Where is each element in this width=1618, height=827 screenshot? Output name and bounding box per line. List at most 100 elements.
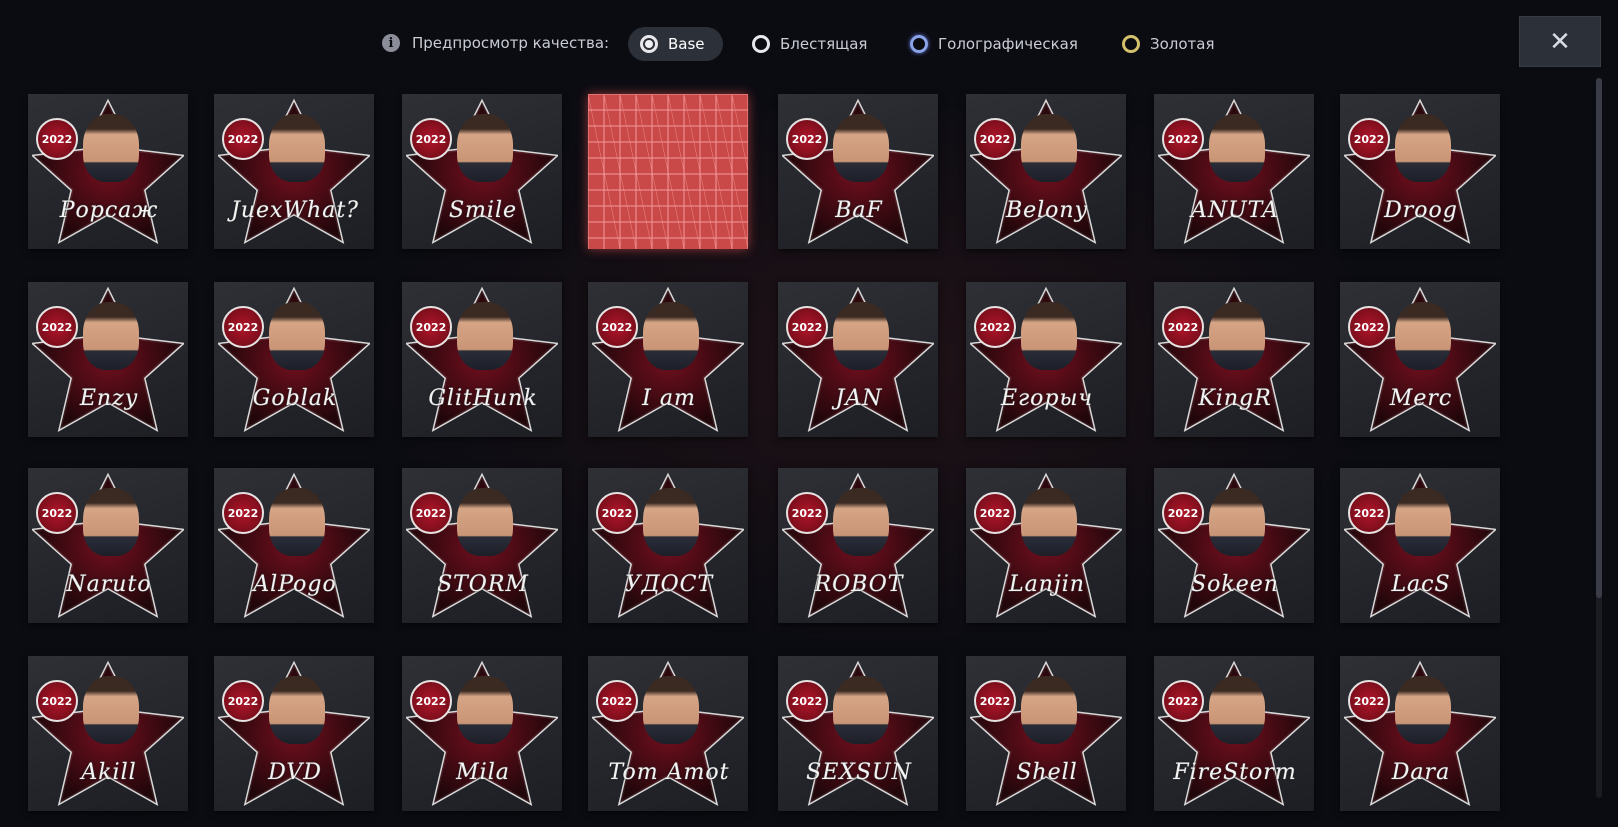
avatar <box>1021 302 1077 370</box>
sticker-card[interactable]: 2022 Lanjin <box>966 468 1126 623</box>
signature-text: ROBOT <box>814 572 904 597</box>
avatar <box>1209 302 1265 370</box>
avatar <box>833 676 889 744</box>
year-badge: 2022 <box>974 492 1016 534</box>
sticker-card[interactable]: 2022 Егорыч <box>966 282 1126 437</box>
sticker-card[interactable]: 2022 JAN <box>778 282 938 437</box>
scrollbar[interactable] <box>1596 78 1602 798</box>
avatar <box>83 302 139 370</box>
quality-option-label: Голографическая <box>938 35 1078 53</box>
avatar <box>833 488 889 556</box>
sticker-card[interactable]: 2022 Shell <box>966 656 1126 811</box>
avatar <box>457 676 513 744</box>
avatar <box>269 114 325 182</box>
signature-text: KingR <box>1198 386 1272 411</box>
sticker-card[interactable]: 2022 I am <box>588 282 748 437</box>
sticker-card[interactable]: 2022 Akill <box>28 656 188 811</box>
avatar <box>1395 114 1451 182</box>
sticker-card[interactable]: 2022 ROBOT <box>778 468 938 623</box>
sticker-card[interactable]: 2022 Merc <box>1340 282 1500 437</box>
year-badge: 2022 <box>1162 306 1204 348</box>
signature-text: Smile <box>448 198 518 223</box>
sticker-card[interactable]: 2022 AlPogo <box>214 468 374 623</box>
avatar <box>833 302 889 370</box>
close-icon: ✕ <box>1549 26 1571 57</box>
info-icon[interactable]: i <box>382 34 400 52</box>
signature-text: Naruto <box>66 572 152 597</box>
avatar <box>1209 114 1265 182</box>
year-badge: 2022 <box>36 306 78 348</box>
year-badge: 2022 <box>786 680 828 722</box>
sticker-card[interactable]: 2022 Naruto <box>28 468 188 623</box>
avatar <box>1395 488 1451 556</box>
sticker-card[interactable]: 2022 SEXSUN <box>778 656 938 811</box>
scrollbar-thumb[interactable] <box>1596 78 1602 598</box>
avatar <box>269 302 325 370</box>
sticker-card[interactable]: 2022 BaF <box>778 94 938 249</box>
year-badge: 2022 <box>222 492 264 534</box>
year-badge: 2022 <box>1348 492 1390 534</box>
signature-text: LacS <box>1391 572 1451 597</box>
sticker-card[interactable]: 2022 ANUTA <box>1154 94 1314 249</box>
radio-selected-icon <box>640 35 658 53</box>
avatar <box>457 302 513 370</box>
signature-text: Егорыч <box>1000 386 1094 411</box>
sticker-card[interactable]: 2022 Tom Amot <box>588 656 748 811</box>
signature-text: Tom Amot <box>608 760 730 785</box>
avatar <box>643 488 699 556</box>
year-badge: 2022 <box>974 118 1016 160</box>
year-badge: 2022 <box>410 306 452 348</box>
sticker-card[interactable]: 2022 FireStorm <box>1154 656 1314 811</box>
year-badge: 2022 <box>222 118 264 160</box>
signature-text: AlPogo <box>253 572 337 597</box>
year-badge: 2022 <box>786 306 828 348</box>
year-badge: 2022 <box>1162 680 1204 722</box>
signature-text: JuexWhat? <box>231 198 359 223</box>
sticker-card-loading[interactable] <box>588 94 748 249</box>
quality-option-label: Золотая <box>1150 35 1215 53</box>
sticker-card[interactable]: 2022 Mila <box>402 656 562 811</box>
sticker-card[interactable]: 2022 Enzy <box>28 282 188 437</box>
quality-option-shiny[interactable]: Блестящая <box>752 27 867 61</box>
preview-quality-label: Предпросмотр качества: <box>412 34 610 52</box>
sticker-card[interactable]: 2022 Рорсаж <box>28 94 188 249</box>
sticker-card[interactable]: 2022 УДОСТ <box>588 468 748 623</box>
sticker-card[interactable]: 2022 GlitHunk <box>402 282 562 437</box>
avatar <box>643 676 699 744</box>
signature-text: Shell <box>1016 760 1078 785</box>
year-badge: 2022 <box>1348 680 1390 722</box>
year-badge: 2022 <box>36 118 78 160</box>
quality-option-base[interactable]: Base <box>628 27 723 61</box>
sticker-card[interactable]: 2022 Belony <box>966 94 1126 249</box>
year-badge: 2022 <box>974 680 1016 722</box>
sticker-card[interactable]: 2022 KingR <box>1154 282 1314 437</box>
sticker-card[interactable]: 2022 Sokeen <box>1154 468 1314 623</box>
signature-text: JAN <box>835 386 883 411</box>
avatar <box>269 488 325 556</box>
signature-text: SEXSUN <box>806 760 912 785</box>
avatar <box>83 676 139 744</box>
avatar <box>1021 676 1077 744</box>
close-button[interactable]: ✕ <box>1519 16 1601 67</box>
quality-preview-bar: i Предпросмотр качества: Base Блестящая … <box>0 0 1618 88</box>
quality-option-holo[interactable]: Голографическая <box>910 27 1078 61</box>
year-badge: 2022 <box>1162 492 1204 534</box>
sticker-card[interactable]: 2022 LacS <box>1340 468 1500 623</box>
signature-text: УДОСТ <box>624 572 714 597</box>
sticker-card[interactable]: 2022 Smile <box>402 94 562 249</box>
signature-text: Lanjin <box>1009 572 1085 597</box>
year-badge: 2022 <box>786 118 828 160</box>
avatar <box>1209 488 1265 556</box>
signature-text: Goblak <box>252 386 338 411</box>
year-badge: 2022 <box>1348 118 1390 160</box>
quality-option-gold[interactable]: Золотая <box>1122 27 1215 61</box>
sticker-card[interactable]: 2022 DVD <box>214 656 374 811</box>
sticker-card[interactable]: 2022 JuexWhat? <box>214 94 374 249</box>
sticker-card[interactable]: 2022 Droog <box>1340 94 1500 249</box>
sticker-card[interactable]: 2022 Dara <box>1340 656 1500 811</box>
avatar <box>1021 114 1077 182</box>
sticker-card[interactable]: 2022 STORM <box>402 468 562 623</box>
avatar <box>83 488 139 556</box>
sticker-card[interactable]: 2022 Goblak <box>214 282 374 437</box>
signature-text: BaF <box>835 198 883 223</box>
